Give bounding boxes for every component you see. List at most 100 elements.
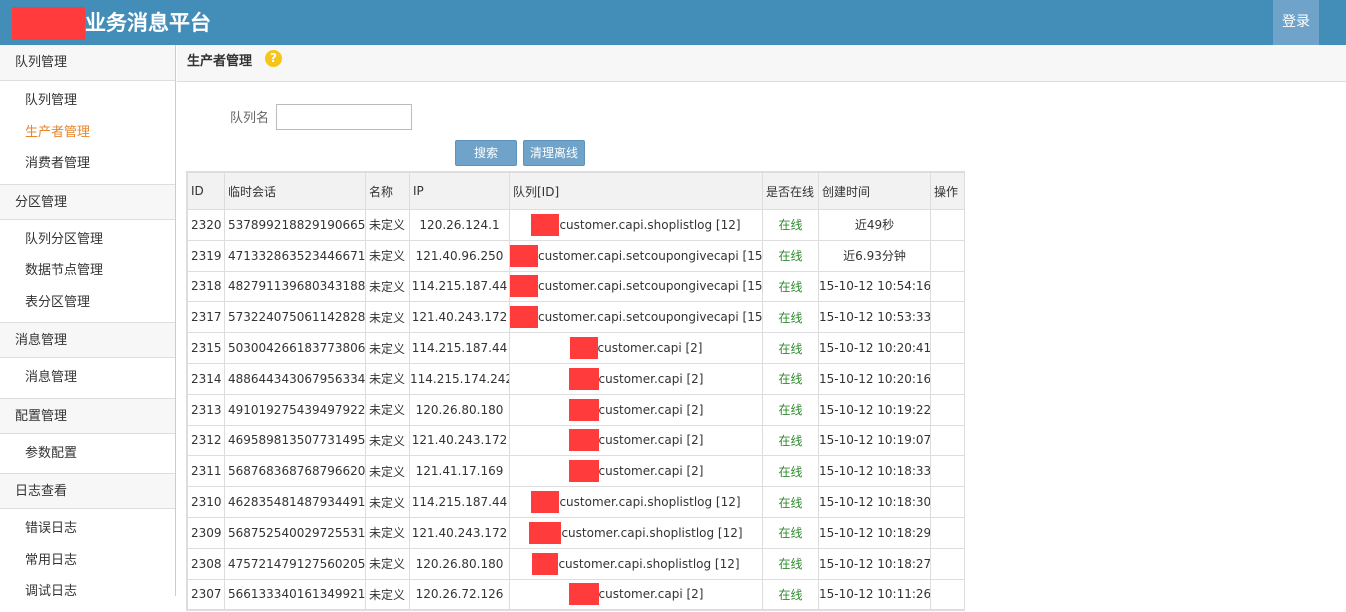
main-content: 生产者管理 ? 队列名 搜索 清理离线 ID 临时会话 名称 IP 队列[ID] 是否在线… [177,45,1346,612]
sidebar-group-list: 队列分区管理 数据节点管理 表分区管理 [0,219,175,322]
created-time: 15-10-12 10:19:07 [818,424,931,457]
ip-address: 120.26.124.1 [409,209,510,241]
queue-name-label: 队列名 [230,111,270,126]
online-status: 在线 [762,239,819,272]
online-status: 在线 [762,424,819,457]
online-status: 在线 [762,209,819,241]
sidebar-item[interactable]: 生产者管理 [0,116,175,148]
queue-name: customer.capi.setcoupongivecapi [15] [509,270,763,303]
queue-name: customer.capi.shoplistlog [12] [509,486,763,518]
ip-address: 114.215.174.242 [409,362,510,395]
row-id: 2307 [187,578,225,611]
queue-label: customer.capi.shoplistlog [12] [558,556,740,571]
session-id: 5661333401613499214 [224,578,366,611]
row-id: 2312 [187,424,225,457]
redacted-block [510,306,538,329]
row-id: 2311 [187,455,225,488]
sidebar-item[interactable]: 队列分区管理 [0,223,175,255]
sidebar-item[interactable]: 消费者管理 [0,148,175,180]
queue-label: customer.capi [2] [598,587,704,602]
producer-name: 未定义 [365,486,410,518]
sidebar-item[interactable]: 表分区管理 [0,286,175,318]
table-row: 2319 4713328635234466711 未定义 121.40.96.250 c… [187,239,965,272]
redacted-block [529,521,562,544]
redacted-block [568,367,599,390]
row-id: 2315 [187,332,225,364]
ip-address: 121.40.243.172 [409,301,510,334]
operation-cell [930,362,965,395]
sidebar-group-header[interactable]: 队列管理 [0,45,175,81]
table-header-row: ID 临时会话 名称 IP 队列[ID] 是否在线 创建时间 操作 [187,172,965,210]
help-icon[interactable]: ? [265,50,282,67]
queue-name: customer.capi [2] [509,393,763,426]
clear-offline-button[interactable]: 清理离线 [523,140,585,166]
table-row: 2318 4827911396803431884 未定义 114.215.187.44… [187,270,965,303]
row-id: 2309 [187,516,225,549]
sidebar-item[interactable]: 消息管理 [0,362,175,394]
queue-label: customer.capi.setcoupongivecapi [15] [538,310,763,325]
session-id: 4827911396803431884 [224,270,366,303]
sidebar-item[interactable]: 队列管理 [0,85,175,117]
online-status: 在线 [762,486,819,518]
column-header: ID [187,172,225,210]
sidebar-item[interactable]: 错误日志 [0,513,175,545]
row-id: 2320 [187,209,225,241]
queue-label: customer.capi.setcoupongivecapi [15] [538,279,763,294]
brand-title: 业务消息平台 [85,11,211,35]
online-status: 在线 [762,332,819,364]
sidebar-item[interactable]: 常用日志 [0,544,175,576]
sidebar-item[interactable]: 参数配置 [0,437,175,469]
session-id: 4713328635234466711 [224,239,366,272]
sidebar-group-header[interactable]: 配置管理 [0,397,175,434]
online-status: 在线 [762,393,819,426]
producer-name: 未定义 [365,332,410,364]
table-row: 2307 5661333401613499214 未定义 120.26.72.126 c… [187,578,965,611]
queue-label: customer.capi [2] [598,433,704,448]
created-time: 15-10-12 10:19:22 [818,393,931,426]
operation-cell [930,239,965,272]
row-id: 2317 [187,301,225,334]
column-header: 创建时间 [818,172,931,210]
producer-name: 未定义 [365,516,410,549]
session-id: 4886443430679563340 [224,362,366,395]
sidebar-group-header[interactable]: 分区管理 [0,183,175,220]
search-button[interactable]: 搜索 [455,140,517,166]
table-row: 2309 5687525400297255312 未定义 121.40.243.172… [187,516,965,549]
sidebar-group-list: 错误日志 常用日志 调试日志 [0,509,175,612]
sidebar-item[interactable]: 数据节点管理 [0,255,175,287]
column-header: 临时会话 [224,172,366,210]
queue-name-input[interactable] [276,104,412,130]
column-header: IP [409,172,510,210]
created-time: 15-10-12 10:20:16 [818,362,931,395]
operation-cell [930,486,965,518]
operation-cell [930,578,965,611]
login-button[interactable]: 登录 [1273,0,1319,45]
operation-cell [930,547,965,580]
created-time: 15-10-12 10:11:26 [818,578,931,611]
row-id: 2310 [187,486,225,518]
redacted-block [532,552,559,575]
queue-label: customer.capi.shoplistlog [12] [559,217,741,232]
operation-cell [930,209,965,241]
table-row: 2311 5687683687687966209 未定义 121.41.17.169 c… [187,455,965,488]
sidebar-group-header[interactable]: 日志查看 [0,473,175,509]
online-status: 在线 [762,516,819,549]
operation-cell [930,393,965,426]
producer-name: 未定义 [365,424,410,457]
queue-label: customer.capi.shoplistlog [12] [559,495,741,510]
redacted-block [510,275,538,298]
redacted-block [569,337,598,360]
producer-name: 未定义 [365,578,410,611]
ip-address: 121.41.17.169 [409,455,510,488]
sidebar-item[interactable]: 调试日志 [0,576,175,608]
session-id: 4910192754394979224 [224,393,366,426]
queue-name: customer.capi [2] [509,455,763,488]
producer-name: 未定义 [365,270,410,303]
queue-label: customer.capi [2] [598,371,704,386]
sidebar-group-header[interactable]: 消息管理 [0,322,175,358]
created-time: 15-10-12 10:18:27 [818,547,931,580]
ip-address: 114.215.187.44 [409,270,510,303]
table-row: 2310 4628354814879344918 未定义 114.215.187.44… [187,486,965,518]
sidebar-group-list: 参数配置 [0,433,175,473]
producer-name: 未定义 [365,301,410,334]
